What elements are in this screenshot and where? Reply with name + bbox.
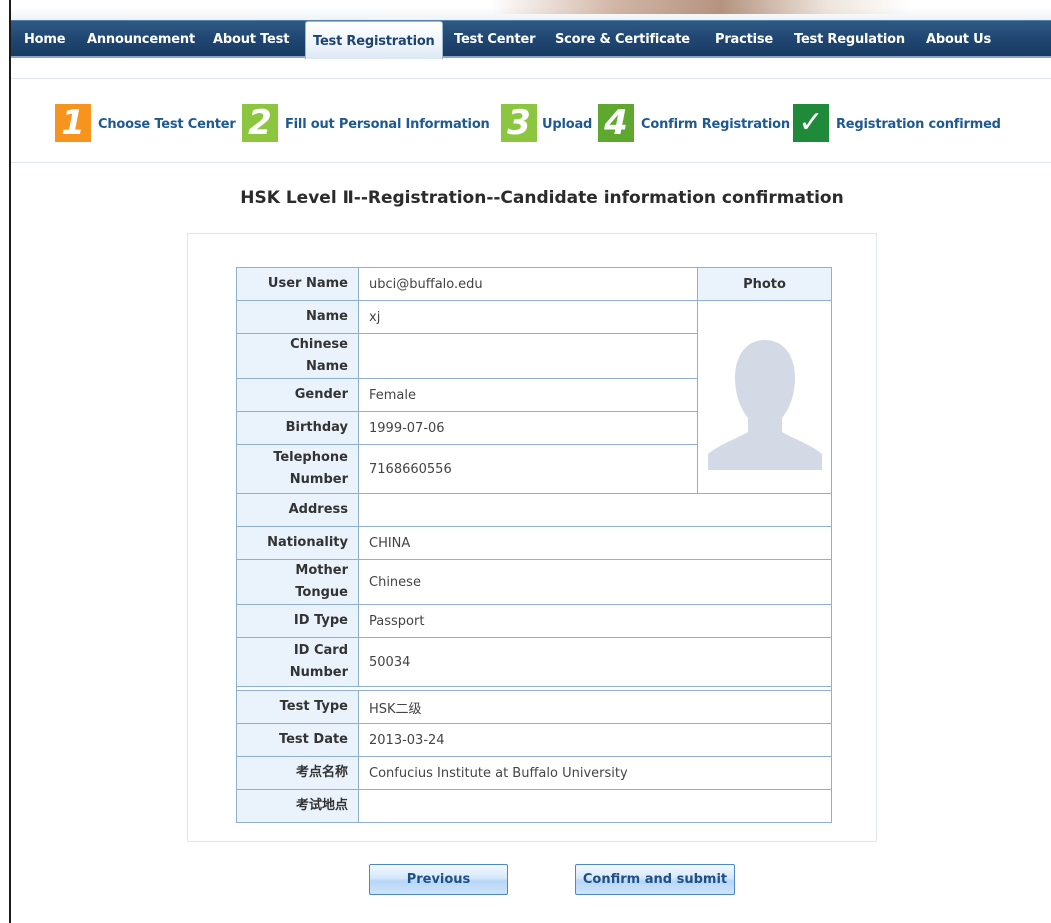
table-row: 考试地点 xyxy=(236,789,832,823)
test-center-name-label: 考点名称 xyxy=(236,756,359,790)
test-date-label: Test Date xyxy=(236,723,359,757)
window-left-border xyxy=(9,0,11,923)
nav-test-regulation[interactable]: Test Regulation xyxy=(794,29,905,51)
confirm-submit-button[interactable]: Confirm and submit xyxy=(575,864,735,895)
banner-decoration xyxy=(491,0,911,14)
id-card-number-value: 50034 xyxy=(358,637,832,687)
nav-score-certificate[interactable]: Score & Certificate xyxy=(555,29,690,51)
test-center-name-value: Confucius Institute at Buffalo Universit… xyxy=(358,756,832,790)
nationality-label: Nationality xyxy=(236,526,359,560)
telephone-value: 7168660556 xyxy=(358,444,698,494)
step-3-label: Upload xyxy=(542,117,593,132)
test-date-value: 2013-03-24 xyxy=(358,723,832,757)
step-5-label: Registration confirmed xyxy=(836,117,1001,132)
test-location-value xyxy=(358,789,832,823)
nationality-value: CHINA xyxy=(358,526,832,560)
mother-tongue-label: Mother Tongue xyxy=(236,559,359,605)
birthday-value: 1999-07-06 xyxy=(358,411,698,445)
photo-header: Photo xyxy=(697,267,832,301)
table-row: ID Card Number 50034 xyxy=(236,637,832,687)
mother-tongue-value: Chinese xyxy=(358,559,832,605)
id-type-label: ID Type xyxy=(236,604,359,638)
header-banner xyxy=(11,0,1051,20)
test-type-label: Test Type xyxy=(236,690,359,724)
main-nav: Home Announcement About Test Test Regist… xyxy=(11,20,1051,59)
test-location-label: 考试地点 xyxy=(236,789,359,823)
step-2-label: Fill out Personal Information xyxy=(285,117,490,132)
nav-about-us[interactable]: About Us xyxy=(926,29,991,51)
step-1-label: Choose Test Center xyxy=(98,117,236,132)
id-card-number-label: ID Card Number xyxy=(236,637,359,687)
step-4-label: Confirm Registration xyxy=(641,117,790,132)
table-row: Address xyxy=(236,493,832,527)
registration-steps: 1 Choose Test Center 2 Fill out Personal… xyxy=(55,104,1045,142)
birthday-label: Birthday xyxy=(236,411,359,445)
step-1-icon: 1 xyxy=(55,104,91,142)
table-row: Test Date 2013-03-24 xyxy=(236,723,832,757)
avatar-placeholder-icon xyxy=(707,340,822,470)
nav-divider xyxy=(11,78,1051,79)
nav-home[interactable]: Home xyxy=(24,29,66,51)
name-label: Name xyxy=(236,300,359,334)
step-4-icon: 4 xyxy=(598,104,634,142)
nav-about-test[interactable]: About Test xyxy=(213,29,289,51)
photo-cell xyxy=(697,300,832,494)
address-label: Address xyxy=(236,493,359,527)
page-title: HSK Level Ⅱ--Registration--Candidate inf… xyxy=(240,188,844,208)
user-name-value: ubci@buffalo.edu xyxy=(358,267,698,301)
table-row: Mother Tongue Chinese xyxy=(236,559,832,605)
check-icon: ✓ xyxy=(793,104,829,142)
table-row: Nationality CHINA xyxy=(236,526,832,560)
gender-value: Female xyxy=(358,378,698,412)
user-name-label: User Name xyxy=(236,267,359,301)
previous-button[interactable]: Previous xyxy=(369,864,508,895)
candidate-info-table: User Name ubci@buffalo.edu Photo Name xj… xyxy=(236,267,832,823)
table-row: Name xj xyxy=(236,300,832,494)
nav-test-registration[interactable]: Test Registration xyxy=(305,21,443,59)
table-row: ID Type Passport xyxy=(236,604,832,638)
nav-practise[interactable]: Practise xyxy=(715,29,773,51)
name-value: xj xyxy=(358,300,698,334)
nav-test-center[interactable]: Test Center xyxy=(454,29,535,51)
steps-divider xyxy=(11,162,1051,163)
table-row: Test Type HSK二级 xyxy=(236,690,832,724)
step-3-icon: 3 xyxy=(501,104,537,142)
gender-label: Gender xyxy=(236,378,359,412)
nav-announcement[interactable]: Announcement xyxy=(87,29,195,51)
telephone-label: Telephone Number xyxy=(236,444,359,494)
table-row: User Name ubci@buffalo.edu Photo xyxy=(236,267,832,301)
step-2-icon: 2 xyxy=(242,104,278,142)
chinese-name-label: Chinese Name xyxy=(236,333,359,379)
test-type-value: HSK二级 xyxy=(358,690,832,724)
address-value xyxy=(358,493,832,527)
id-type-value: Passport xyxy=(358,604,832,638)
chinese-name-value xyxy=(358,333,698,379)
table-row: 考点名称 Confucius Institute at Buffalo Univ… xyxy=(236,756,832,790)
